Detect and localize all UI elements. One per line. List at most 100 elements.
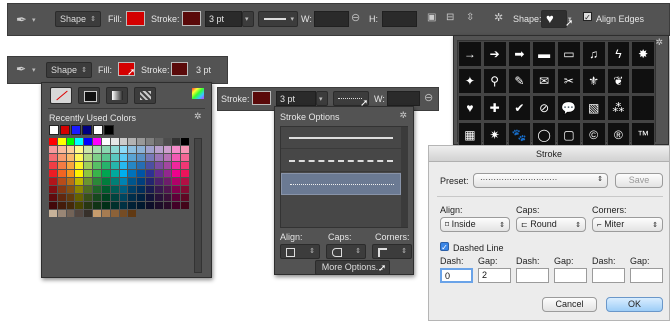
- custom-shape-picker-button[interactable]: ♥: [541, 10, 567, 28]
- shape-cell[interactable]: ⊘: [532, 95, 556, 121]
- corners-select[interactable]: ⇕: [372, 244, 412, 259]
- color-swatch[interactable]: [93, 194, 101, 201]
- color-swatch[interactable]: [145, 178, 154, 185]
- color-swatch[interactable]: [49, 170, 57, 177]
- color-swatch[interactable]: [101, 162, 110, 169]
- color-swatch[interactable]: [119, 194, 128, 201]
- color-swatch[interactable]: [66, 202, 75, 209]
- solid-stroke-item[interactable]: [281, 127, 401, 149]
- shape-cell[interactable]: ▭: [557, 41, 581, 67]
- color-swatch[interactable]: [128, 186, 137, 193]
- color-swatch[interactable]: [128, 138, 137, 145]
- tool-preset-caret-icon[interactable]: ▾: [32, 16, 36, 24]
- color-swatch[interactable]: [49, 186, 57, 193]
- color-swatch[interactable]: [145, 202, 154, 209]
- color-swatch[interactable]: [172, 162, 181, 169]
- color-swatch[interactable]: [75, 186, 84, 193]
- color-swatch[interactable]: [154, 154, 163, 161]
- shape-cell[interactable]: 💬: [557, 95, 581, 121]
- shape-cell[interactable]: ✂: [557, 68, 581, 94]
- corners-select[interactable]: ⌐ Miter ⇕: [592, 217, 663, 232]
- shape-cell[interactable]: ✎: [507, 68, 532, 94]
- gear-icon[interactable]: ✲: [494, 11, 503, 24]
- color-swatch[interactable]: [110, 170, 119, 177]
- color-swatch[interactable]: [110, 210, 119, 217]
- color-swatch[interactable]: [181, 154, 189, 161]
- width-field[interactable]: [387, 91, 420, 106]
- color-swatch[interactable]: [84, 178, 93, 185]
- ok-button[interactable]: OK: [606, 297, 663, 312]
- color-swatch[interactable]: [75, 138, 84, 145]
- color-swatch[interactable]: [66, 170, 75, 177]
- align-select[interactable]: ⇕: [280, 244, 320, 259]
- color-swatch[interactable]: [49, 162, 57, 169]
- color-swatch[interactable]: [93, 146, 101, 153]
- color-swatch[interactable]: [119, 146, 128, 153]
- color-swatch[interactable]: [84, 154, 93, 161]
- color-swatch[interactable]: [163, 146, 172, 153]
- color-swatch[interactable]: [110, 186, 119, 193]
- color-swatch[interactable]: [57, 194, 66, 201]
- dashed-stroke-item[interactable]: [281, 150, 401, 172]
- shape-cell[interactable]: [631, 68, 655, 94]
- shape-cell[interactable]: ✉: [532, 68, 556, 94]
- color-swatch[interactable]: [75, 210, 84, 217]
- color-swatch[interactable]: [128, 202, 137, 209]
- shape-cell[interactable]: ϟ: [606, 41, 631, 67]
- color-swatch[interactable]: [145, 154, 154, 161]
- preset-select[interactable]: ····························· ⇕: [473, 173, 608, 188]
- color-swatch[interactable]: [66, 154, 75, 161]
- color-swatch[interactable]: [154, 202, 163, 209]
- color-swatch[interactable]: [75, 178, 84, 185]
- cancel-button[interactable]: Cancel: [542, 297, 597, 312]
- color-swatch[interactable]: [145, 194, 154, 201]
- color-swatch[interactable]: [93, 202, 101, 209]
- color-swatch[interactable]: [181, 146, 189, 153]
- shape-mode-select[interactable]: Shape ⇕: [46, 62, 92, 78]
- color-swatch[interactable]: [49, 202, 57, 209]
- color-swatch[interactable]: [66, 178, 75, 185]
- color-swatch[interactable]: [57, 210, 66, 217]
- recent-color-swatch[interactable]: [93, 125, 103, 135]
- color-swatch[interactable]: [163, 138, 172, 145]
- color-swatch[interactable]: [137, 170, 145, 177]
- color-swatch[interactable]: [119, 186, 128, 193]
- color-swatch[interactable]: [172, 154, 181, 161]
- color-swatch[interactable]: [128, 194, 137, 201]
- dashed-line-checkbox[interactable]: ✓: [440, 242, 449, 252]
- path-alignment-icon[interactable]: ⊟: [446, 12, 454, 23]
- color-swatch[interactable]: [154, 170, 163, 177]
- align-edges-checkbox[interactable]: ✓: [583, 12, 592, 22]
- color-swatch[interactable]: [49, 178, 57, 185]
- color-swatch[interactable]: [137, 138, 145, 145]
- color-swatch[interactable]: [172, 138, 181, 145]
- color-swatch[interactable]: [93, 138, 101, 145]
- shape-cell[interactable]: ✔: [507, 95, 532, 121]
- color-swatch[interactable]: [172, 146, 181, 153]
- gradient-button[interactable]: [106, 87, 128, 104]
- color-swatch[interactable]: [93, 170, 101, 177]
- color-swatch[interactable]: [181, 170, 189, 177]
- color-swatch[interactable]: [137, 194, 145, 201]
- color-swatch[interactable]: [145, 146, 154, 153]
- stroke-type-button[interactable]: ▾: [258, 11, 298, 27]
- color-swatch[interactable]: [181, 178, 189, 185]
- color-swatch[interactable]: [128, 210, 137, 217]
- pen-tool-icon[interactable]: ✒: [16, 12, 27, 28]
- color-swatch[interactable]: [57, 202, 66, 209]
- color-swatch[interactable]: [49, 146, 57, 153]
- stroke-swatch[interactable]: [182, 11, 201, 26]
- color-swatch[interactable]: [119, 154, 128, 161]
- color-swatch[interactable]: [93, 154, 101, 161]
- color-swatch[interactable]: [110, 162, 119, 169]
- color-swatch[interactable]: [101, 186, 110, 193]
- color-swatch[interactable]: [49, 154, 57, 161]
- color-swatch[interactable]: [119, 178, 128, 185]
- color-swatch[interactable]: [172, 202, 181, 209]
- color-swatch[interactable]: [57, 162, 66, 169]
- color-swatch[interactable]: [110, 138, 119, 145]
- pattern-button[interactable]: [134, 87, 156, 104]
- stroke-swatch[interactable]: [171, 62, 188, 76]
- color-swatch[interactable]: [49, 210, 57, 217]
- color-swatch[interactable]: [57, 178, 66, 185]
